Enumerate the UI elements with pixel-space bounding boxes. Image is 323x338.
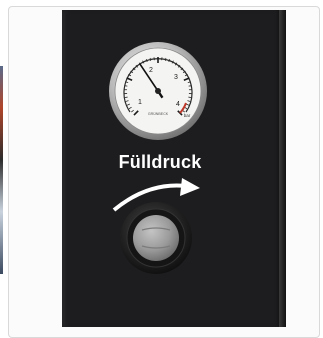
knob-cap[interactable]	[133, 215, 179, 261]
gauge-unit: bar	[184, 113, 191, 118]
gauge-tick-label-4: 4	[176, 101, 180, 108]
gauge-tick-label-1: 1	[138, 99, 142, 106]
pressure-gauge: 1 2 3 4 GRÜNBECK bar	[108, 41, 208, 141]
fill-pressure-knob[interactable]	[118, 200, 194, 276]
gauge-tick-label-2: 2	[149, 67, 153, 74]
panel-edge	[279, 10, 286, 327]
gauge-brand-text: GRÜNBECK	[148, 112, 169, 116]
fill-pressure-label: Fülldruck	[100, 152, 220, 173]
gauge-tick-label-3: 3	[174, 74, 178, 81]
adjacent-thumbnail-edge[interactable]	[0, 66, 3, 274]
gauge-needle-hub	[155, 88, 161, 94]
